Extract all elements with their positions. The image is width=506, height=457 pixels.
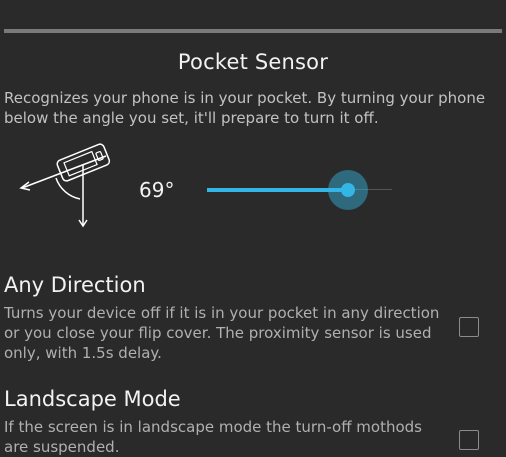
angle-value-label: 69° — [139, 178, 175, 202]
section-description: Recognizes your phone is in your pocket.… — [4, 89, 486, 127]
section-title: Pocket Sensor — [177, 50, 329, 74]
pref-summary-any-direction: Turns your device off if it is in your p… — [4, 304, 440, 362]
slider-track-filled — [207, 188, 348, 192]
pref-title-landscape-mode: Landscape Mode — [4, 387, 181, 411]
top-divider — [4, 29, 502, 33]
angle-slider[interactable] — [207, 168, 397, 212]
slider-thumb[interactable] — [341, 183, 355, 197]
landscape-mode-checkbox[interactable] — [459, 430, 479, 450]
pref-title-any-direction: Any Direction — [4, 273, 146, 297]
phone-tilt-icon — [19, 143, 111, 228]
phone-angle-illustration — [18, 140, 114, 230]
any-direction-checkbox[interactable] — [459, 317, 479, 337]
pref-summary-landscape-mode: If the screen is in landscape mode the t… — [4, 418, 422, 456]
